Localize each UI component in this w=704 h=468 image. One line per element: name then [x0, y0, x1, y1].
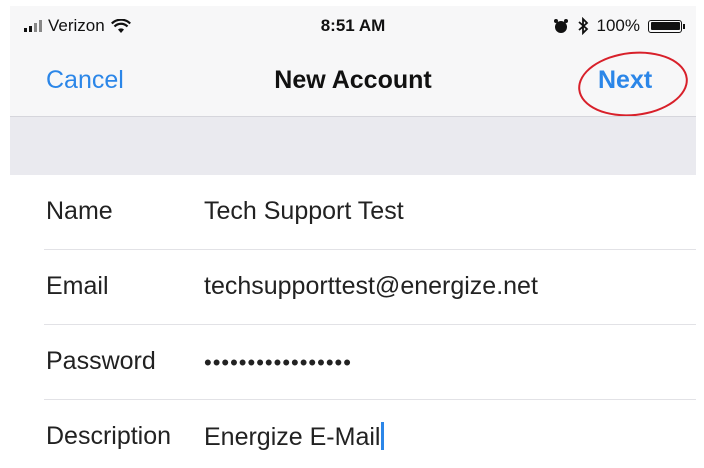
- status-bar: Verizon 8:51 AM 100%: [10, 6, 696, 44]
- bluetooth-icon: [577, 17, 588, 35]
- description-text: Energize E-Mail: [204, 423, 381, 451]
- description-field[interactable]: Energize E-Mail: [204, 422, 385, 452]
- name-label: Name: [46, 197, 113, 225]
- account-form: Name Tech Support Test Email techsupport…: [10, 175, 696, 464]
- navigation-bar: Cancel New Account Next: [10, 44, 696, 122]
- name-field[interactable]: Tech Support Test: [204, 197, 404, 226]
- battery-icon: [648, 19, 685, 33]
- password-field[interactable]: •••••••••••••••••: [204, 350, 352, 376]
- next-button[interactable]: Next: [598, 66, 652, 95]
- description-row[interactable]: Description Energize E-Mail: [44, 400, 696, 464]
- description-label: Description: [46, 422, 172, 450]
- text-cursor: [381, 422, 385, 450]
- name-row[interactable]: Name Tech Support Test: [44, 175, 696, 250]
- email-row[interactable]: Email techsupporttest@energize.net: [44, 250, 696, 325]
- password-label: Password: [46, 347, 156, 375]
- email-field[interactable]: techsupporttest@energize.net: [204, 272, 538, 301]
- alarm-icon: [553, 19, 568, 33]
- password-row[interactable]: Password •••••••••••••••••: [44, 325, 696, 400]
- status-right: 100%: [553, 16, 685, 36]
- section-separator: [10, 116, 696, 176]
- email-label: Email: [46, 272, 109, 300]
- battery-percent: 100%: [596, 16, 640, 35]
- phone-screen: Verizon 8:51 AM 100% Cancel New Account …: [10, 6, 696, 464]
